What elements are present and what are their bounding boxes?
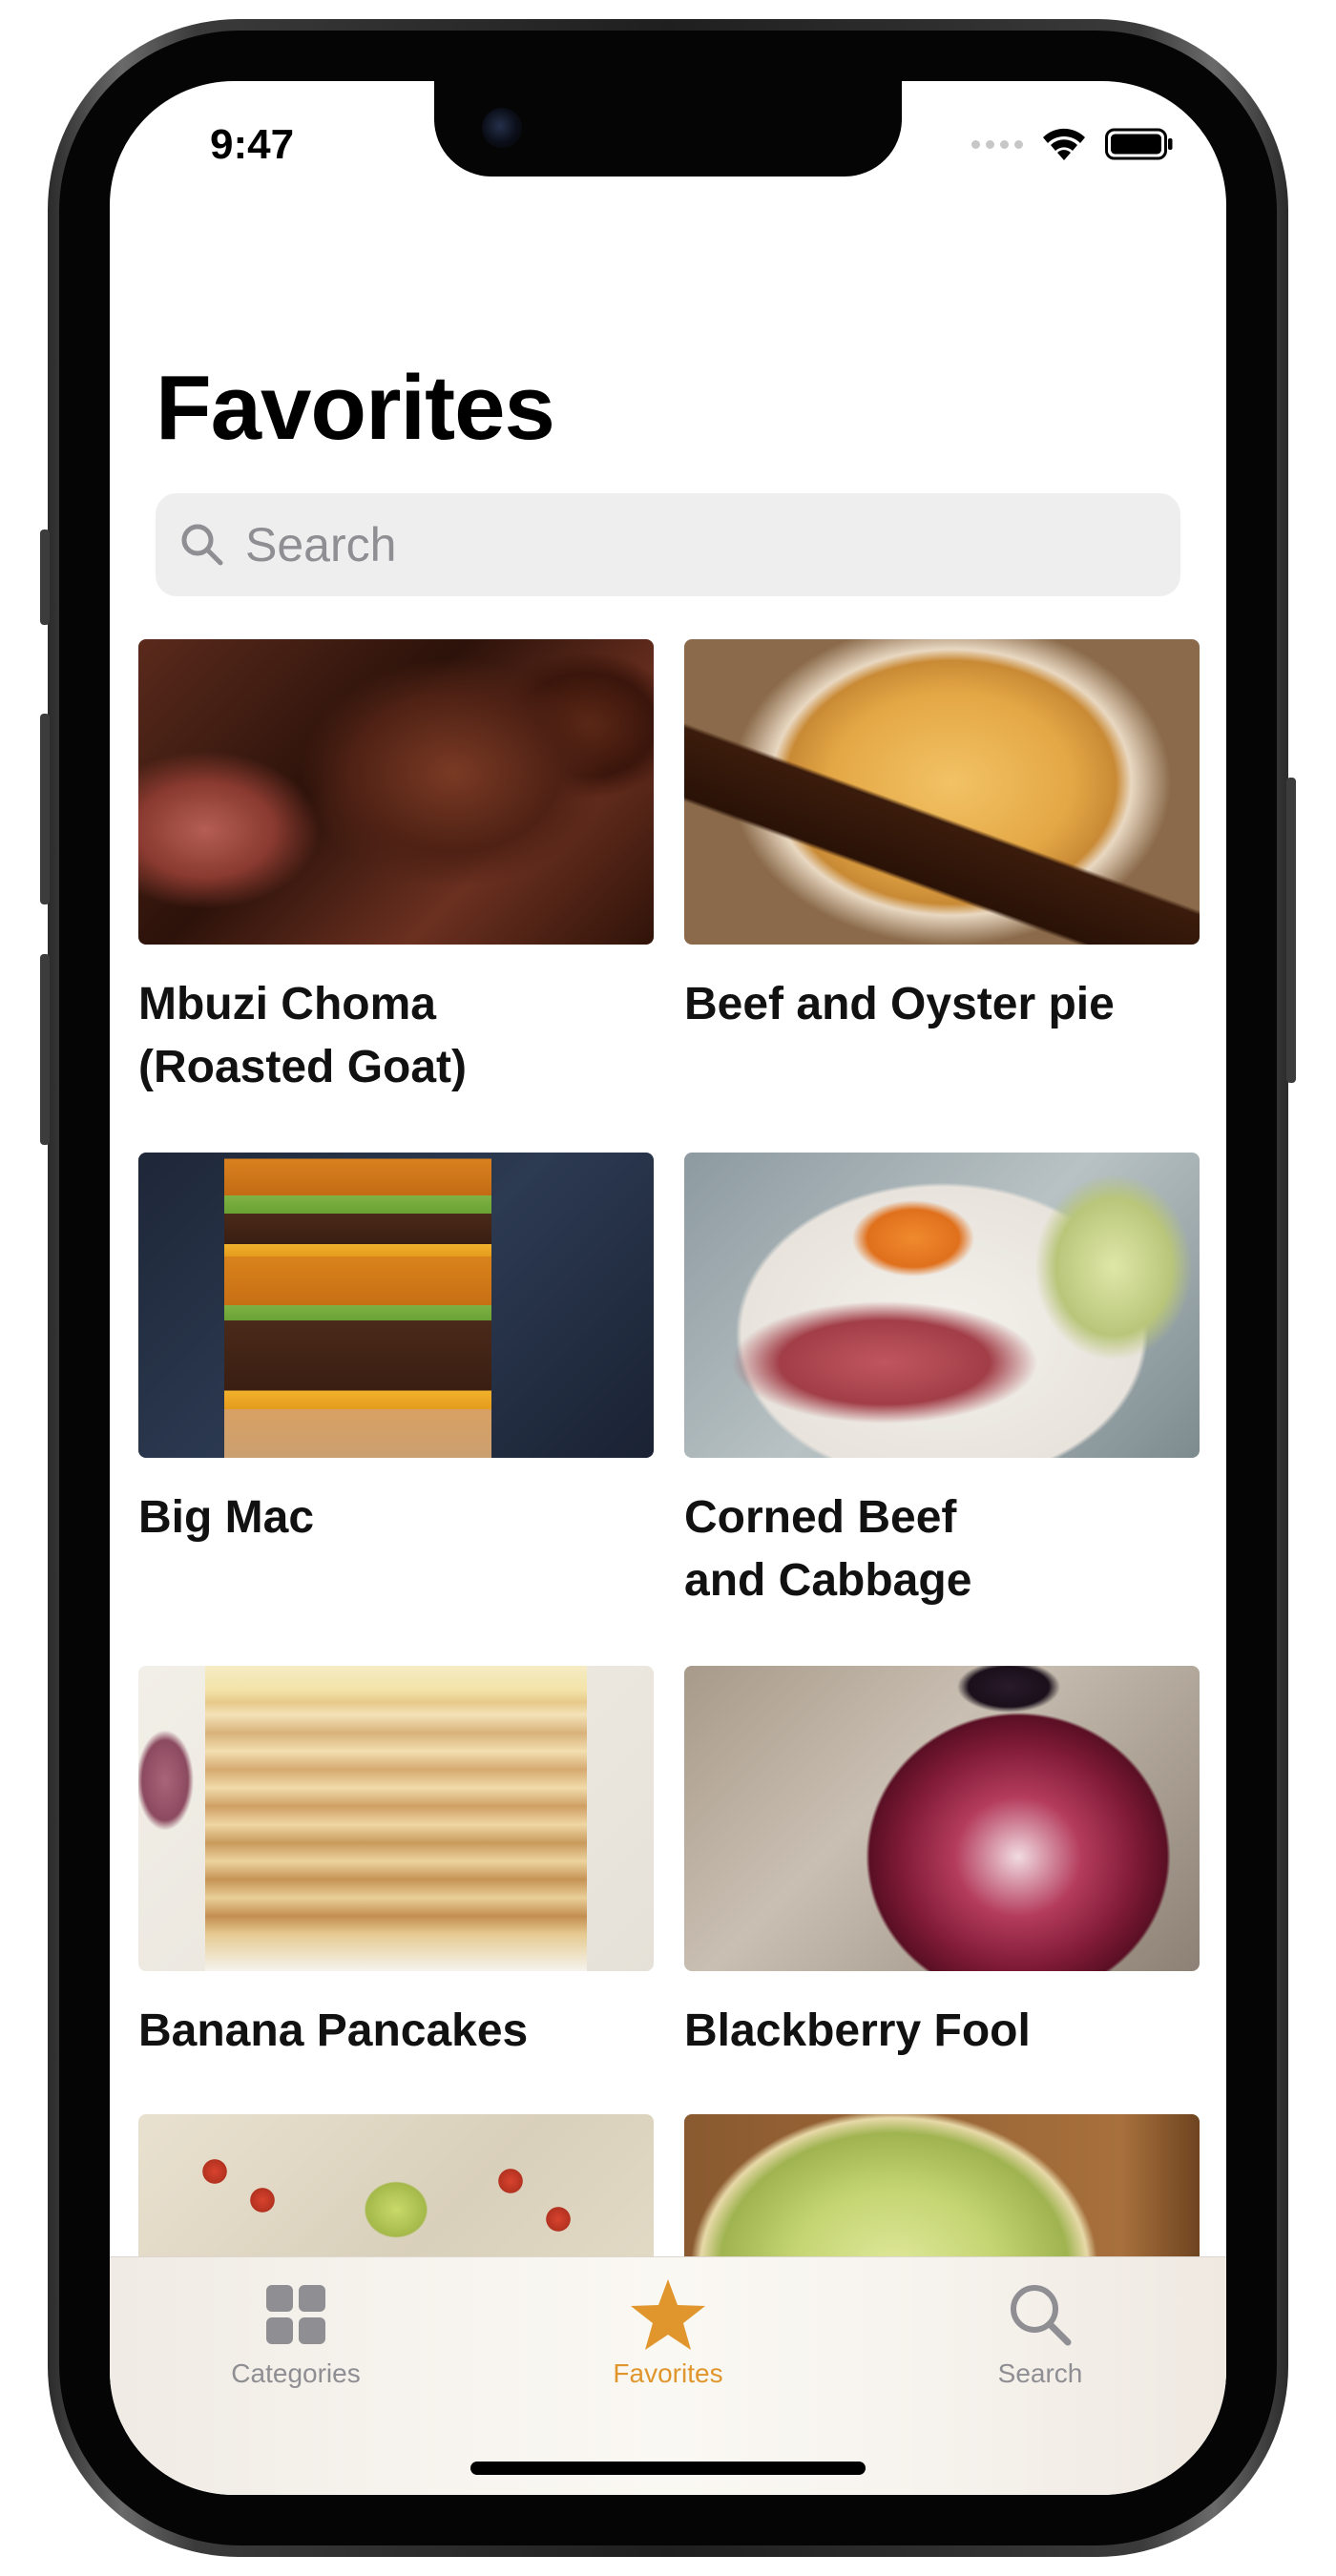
recipe-card-beef-oyster-pie[interactable]: Beef and Oyster pie [684,639,1200,1036]
recipe-card-mbuzi-choma[interactable]: Mbuzi Choma (Roasted Goat) [138,639,654,1099]
power-button [1286,778,1296,1083]
ringer-switch [40,530,50,625]
search-bar[interactable] [156,493,1180,596]
recipe-title: Mbuzi Choma (Roasted Goat) [138,979,468,1092]
tab-categories[interactable]: Categories [172,2276,420,2389]
recipe-card-blackberry-fool[interactable]: Blackberry Fool [684,1666,1200,2063]
corned-beef-photo [684,1153,1200,1458]
status-icons [971,125,1174,163]
screen: 9:47 Favorites Mbuzi Choma [110,81,1226,2495]
notch [434,81,902,177]
star-icon [631,2279,705,2350]
tab-search[interactable]: Search [916,2276,1164,2389]
volume-up-button [40,714,50,904]
recipe-card-big-mac[interactable]: Big Mac [138,1153,654,1549]
big-mac-photo [138,1153,654,1458]
roasted-goat-photo [138,639,654,945]
page-title: Favorites [156,357,555,459]
search-icon [181,524,223,566]
search-input[interactable] [243,516,1106,573]
tab-favorites[interactable]: Favorites [544,2276,792,2389]
wifi-icon [1043,128,1085,160]
tab-label: Favorites [613,2358,723,2388]
banana-pancakes-photo [138,1666,654,1971]
grid-icon [266,2285,325,2344]
battery-icon [1105,128,1173,160]
blackberry-fool-photo [684,1666,1200,1971]
recipe-title: Banana Pancakes [138,2005,529,2056]
recipe-card-corned-beef[interactable]: Corned Beef and Cabbage [684,1153,1200,1612]
recipe-title: Big Mac [138,1492,315,1543]
tab-label: Categories [231,2358,361,2388]
tab-bar: Categories Favorites Search [110,2256,1226,2495]
beef-oyster-pie-photo [684,639,1200,945]
volume-down-button [40,954,50,1145]
home-indicator[interactable] [470,2462,866,2475]
recipe-title: Blackberry Fool [684,2005,1031,2056]
recipe-card-banana-pancakes[interactable]: Banana Pancakes [138,1666,654,2063]
magnifier-icon [1011,2285,1072,2346]
tab-label: Search [997,2358,1083,2388]
cellular-dots-icon [971,139,1023,149]
recipe-title: Corned Beef and Cabbage [684,1492,972,1606]
status-time: 9:47 [210,121,295,168]
recipe-title: Beef and Oyster pie [684,979,1115,1029]
front-camera [482,108,522,148]
